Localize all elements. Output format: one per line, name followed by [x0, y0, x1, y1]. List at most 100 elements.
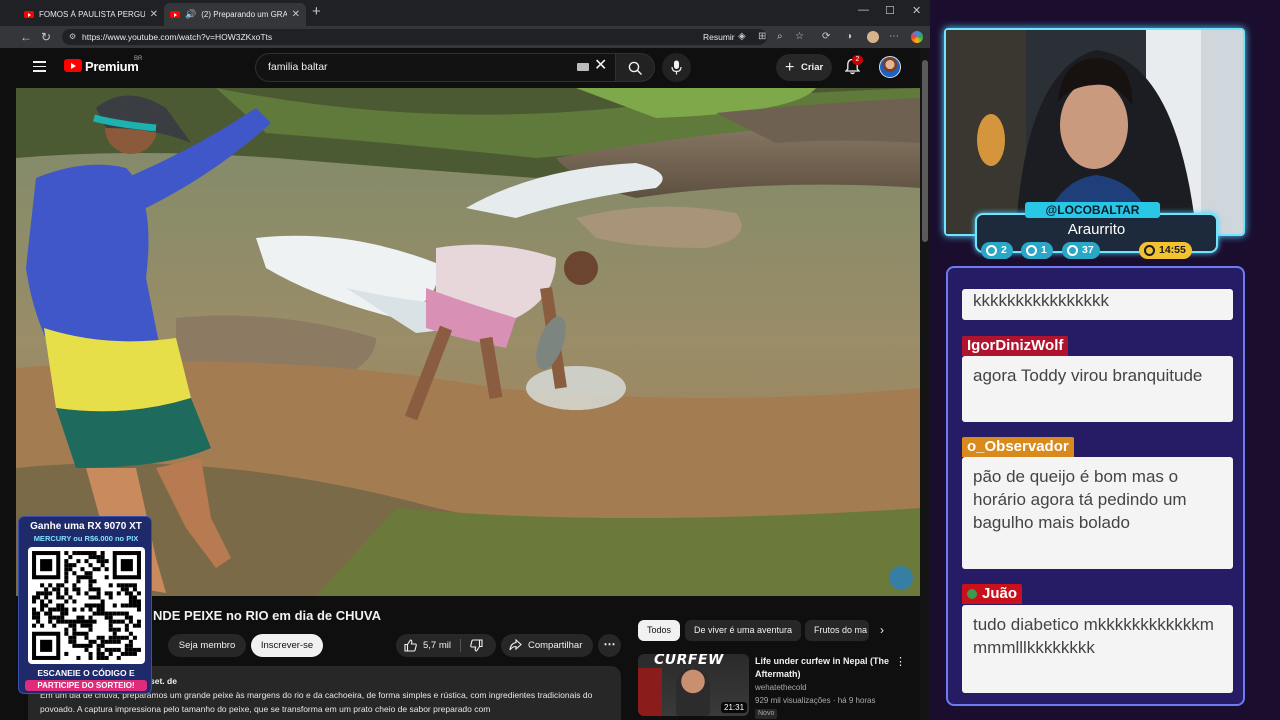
viewers-icon: [1067, 245, 1078, 256]
stat-value: 14:55: [1159, 244, 1186, 256]
reload-icon[interactable]: ↻: [41, 29, 51, 45]
chat-username: o_Observador: [962, 437, 1074, 457]
plus-icon: +: [785, 59, 795, 76]
more-options-icon[interactable]: ⋮: [895, 655, 906, 668]
viewer-count-stat: 37: [1062, 242, 1100, 259]
url-field[interactable]: ⚙ https://www.youtube.com/watch?v=HOW3ZK…: [62, 29, 767, 45]
tab-1[interactable]: FOMOS À PAULISTA PERGUNTAR ✕: [18, 3, 164, 26]
copilot-icon[interactable]: [911, 31, 923, 43]
profile-avatar-icon[interactable]: [867, 31, 879, 43]
qr-code: [28, 547, 145, 664]
zoom-icon[interactable]: ⌕: [777, 30, 783, 44]
summarize-button[interactable]: Resumir: [703, 29, 735, 45]
brand-label: Premium: [85, 59, 139, 74]
stat-value: 37: [1082, 244, 1094, 256]
chat-message: pão de queijo é bom mas o horário agora …: [962, 457, 1233, 569]
stat-value: 2: [1001, 244, 1007, 256]
create-button[interactable]: + Criar: [776, 54, 832, 81]
search-button[interactable]: [615, 53, 655, 82]
user-badge-icon: [967, 589, 977, 599]
maximize-icon[interactable]: ☐: [885, 4, 895, 17]
search-icon: [628, 61, 642, 75]
share-button[interactable]: Compartilhar: [501, 634, 593, 657]
chat-icon: [986, 245, 997, 256]
youtube-favicon-icon: [24, 11, 34, 18]
streamer-handle: @LOCOBALTAR: [1025, 202, 1160, 218]
thumbnail-text: CURFEW: [654, 654, 724, 668]
streamer-name: Araurrito: [1067, 221, 1126, 238]
chat-username-text: Juão: [982, 585, 1018, 602]
tab-2[interactable]: 🔊 (2) Preparando um GRANDE ✕: [164, 3, 306, 26]
chat-message: agora Toddy virou branquitude: [962, 356, 1233, 422]
share-icon: [509, 639, 522, 651]
like-dislike-group: 5,7 mil: [396, 634, 496, 657]
thumbnail-person: [676, 668, 710, 716]
search-input[interactable]: familia baltar: [255, 53, 617, 82]
reader-icon[interactable]: ◈: [738, 30, 746, 44]
chip-channel[interactable]: De viver é uma aventura: [685, 620, 802, 641]
join-button[interactable]: Seja membro: [168, 634, 246, 657]
back-icon[interactable]: ←: [20, 29, 32, 45]
chat-message-text: agora Toddy virou branquitude: [973, 366, 1203, 385]
notification-count-badge: 2: [852, 55, 863, 65]
chip-seafood[interactable]: Frutos do ma: [805, 620, 869, 641]
region-label: BR: [134, 56, 143, 62]
chat-username: IgorDinizWolf: [962, 336, 1069, 356]
close-window-icon[interactable]: ✕: [912, 4, 921, 17]
stream-time-stat: 14:55: [1139, 242, 1192, 259]
clock-icon: [1144, 245, 1155, 256]
tab-title: (2) Preparando um GRANDE: [201, 10, 287, 19]
more-actions-button[interactable]: ⋯: [598, 634, 621, 657]
qr-code-image: [32, 551, 141, 660]
video-count-stat: 1: [1021, 242, 1053, 259]
menu-icon[interactable]: [33, 61, 46, 72]
youtube-logo-icon[interactable]: [64, 59, 82, 72]
giveaway-promo: Ganhe uma RX 9070 XT MERCURY ou R$6.000 …: [18, 516, 152, 694]
create-label: Criar: [801, 62, 824, 73]
chat-message-text: kkkkkkkkkkkkkkkk: [973, 291, 1109, 310]
dislike-icon[interactable]: [470, 639, 483, 652]
voice-search-button[interactable]: [662, 53, 691, 82]
chat-message-text: tudo diabetico mkkkkkkkkkkkkmmmmlllkkkkk…: [973, 615, 1214, 657]
site-info-icon[interactable]: ⚙: [69, 29, 76, 45]
extensions-icon[interactable]: ⟳: [822, 30, 830, 44]
keyboard-icon[interactable]: [577, 63, 589, 71]
new-badge: Novo: [755, 709, 778, 719]
like-count[interactable]: 5,7 mil: [423, 634, 451, 657]
close-tab-icon[interactable]: ✕: [150, 9, 158, 20]
recommendation-channel[interactable]: wehatethecold: [755, 683, 807, 692]
shield-icon[interactable]: ◑: [846, 30, 852, 44]
youtube-favicon-icon: [170, 11, 180, 18]
chat-count-stat: 2: [981, 242, 1013, 259]
chat-username: Juão: [962, 584, 1023, 604]
microphone-icon: [671, 60, 682, 75]
close-tab-icon[interactable]: ✕: [292, 9, 300, 20]
video-title: NDE PEIXE no RIO em dia de CHUVA: [153, 608, 382, 623]
like-icon[interactable]: [404, 639, 417, 652]
subscribe-button[interactable]: Inscrever-se: [251, 634, 323, 657]
recommendation-title[interactable]: Life under curfew in Nepal (The Aftermat…: [755, 655, 891, 680]
page-scrollbar-thumb[interactable]: [922, 60, 928, 242]
apps-icon[interactable]: ⊞: [758, 30, 766, 44]
divider: [460, 639, 461, 652]
minimize-icon[interactable]: —: [858, 4, 869, 16]
video-duration: 21:31: [721, 702, 748, 713]
stat-value: 1: [1041, 244, 1047, 256]
menu-dots-icon[interactable]: ⋯: [889, 30, 899, 44]
promo-headline: Ganhe uma RX 9070 XT: [30, 521, 142, 532]
new-tab-icon[interactable]: +: [312, 4, 321, 20]
tab-bar: FOMOS À PAULISTA PERGUNTAR ✕ 🔊 (2) Prepa…: [0, 0, 930, 26]
speaker-icon[interactable]: 🔊: [185, 9, 196, 20]
account-avatar[interactable]: [879, 56, 901, 78]
upload-date: set. de: [150, 676, 177, 686]
chat-message: tudo diabetico mkkkkkkkkkkkkmmmmlllkkkkk…: [962, 605, 1233, 693]
chevron-right-icon[interactable]: ›: [880, 622, 884, 638]
favorite-star-icon[interactable]: ☆: [795, 30, 804, 44]
chat-message-text: pão de queijo é bom mas o horário agora …: [973, 467, 1187, 532]
chip-all[interactable]: Todos: [638, 620, 681, 641]
thumbnail-decoration: [638, 668, 662, 716]
youtube-header: Premium BR familia baltar ✕ + Criar 2: [14, 48, 930, 88]
clear-search-icon[interactable]: ✕: [594, 56, 607, 76]
promo-cta: ESCANEIE O CÓDIGO E: [37, 668, 135, 678]
video-icon: [1026, 245, 1037, 256]
